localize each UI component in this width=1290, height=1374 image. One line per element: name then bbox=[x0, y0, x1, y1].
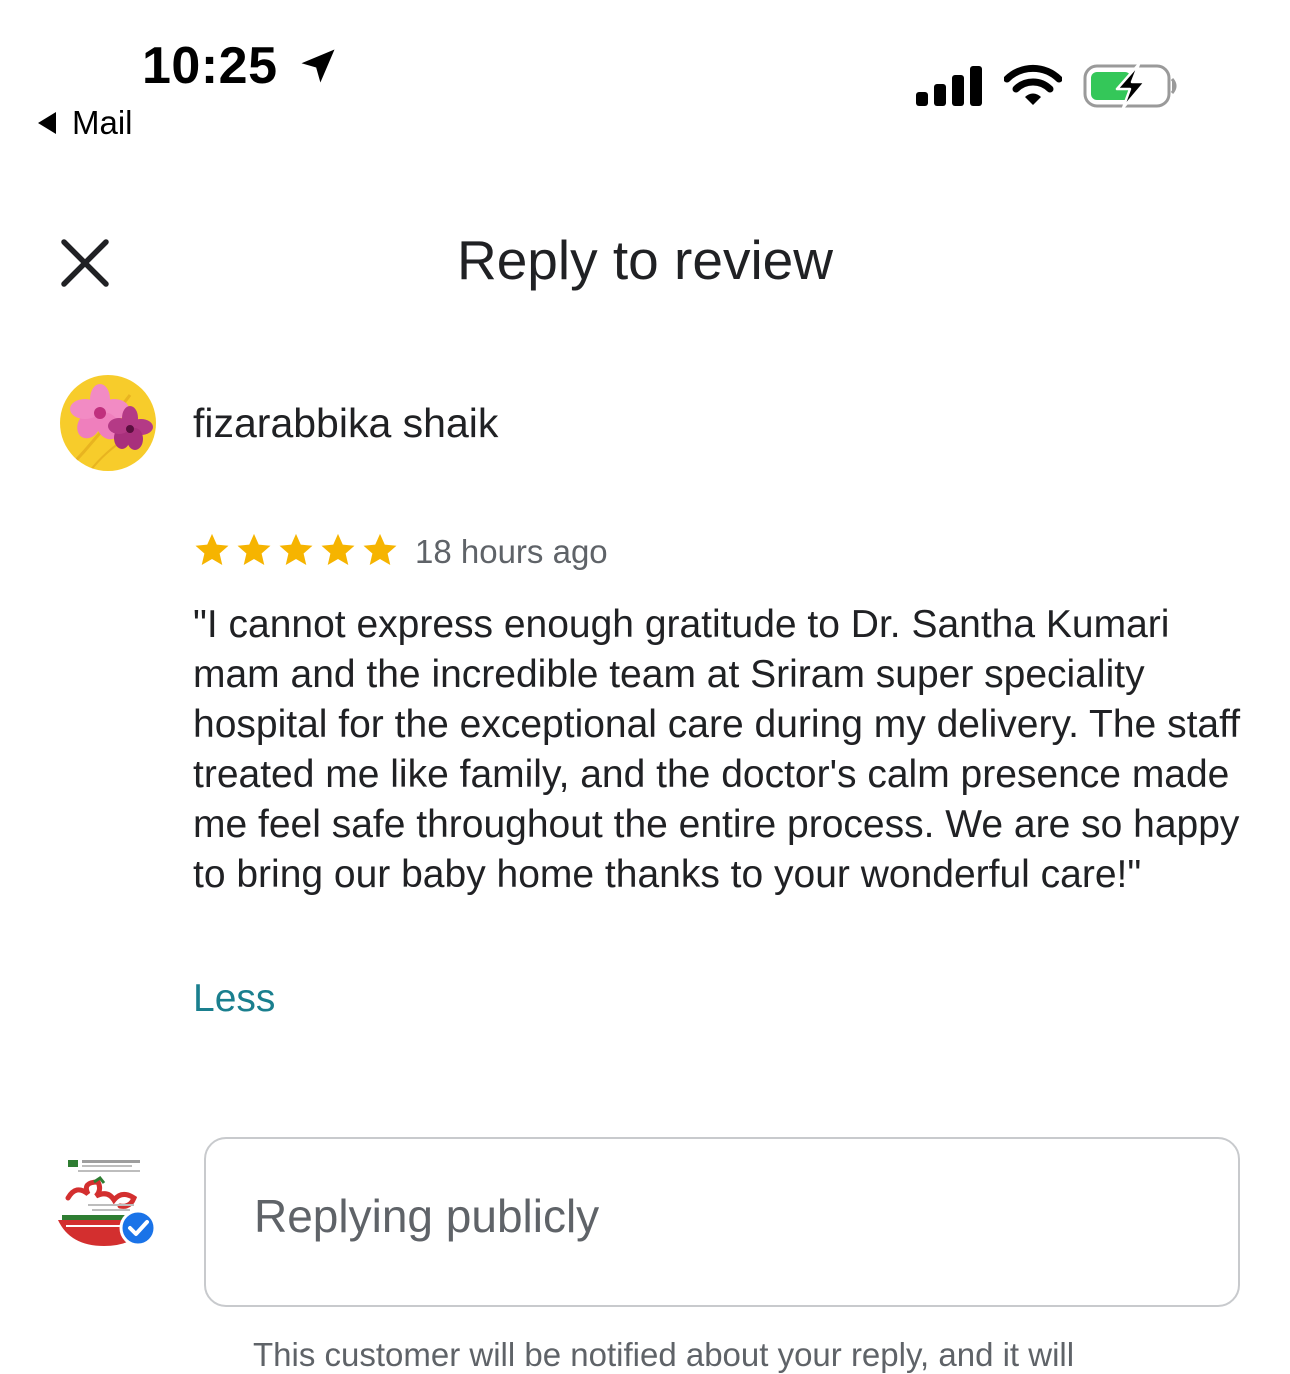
reply-input[interactable] bbox=[254, 1189, 1174, 1243]
star-icon bbox=[363, 533, 397, 566]
star-icon bbox=[321, 533, 355, 566]
review-text: "I cannot express enough gratitude to Dr… bbox=[193, 603, 1241, 896]
business-logo-avatar bbox=[58, 1160, 157, 1247]
wifi-icon bbox=[1004, 64, 1062, 105]
star-rating bbox=[193, 531, 399, 569]
back-label: Mail bbox=[72, 104, 133, 141]
location-arrow-icon bbox=[301, 49, 335, 83]
review-time-ago: 18 hours ago bbox=[415, 533, 608, 570]
page-title: Reply to review bbox=[457, 229, 833, 291]
less-link[interactable]: Less bbox=[193, 977, 275, 1021]
reviewer-name: fizarabbika shaik bbox=[193, 400, 499, 446]
star-icon bbox=[195, 533, 229, 566]
star-icon bbox=[279, 533, 313, 566]
reply-notice-text: This customer will be notified about you… bbox=[253, 1336, 1075, 1373]
status-time: 10:25 bbox=[142, 37, 278, 95]
reply-box[interactable] bbox=[204, 1137, 1240, 1307]
cellular-signal-icon bbox=[916, 66, 982, 106]
back-triangle-icon bbox=[38, 112, 56, 134]
back-to-mail-link[interactable]: Mail bbox=[38, 104, 133, 142]
reviewer-avatar bbox=[60, 375, 156, 471]
battery-charging-icon bbox=[1083, 62, 1177, 110]
flower-avatar-image bbox=[60, 375, 156, 471]
star-icon bbox=[237, 533, 271, 566]
